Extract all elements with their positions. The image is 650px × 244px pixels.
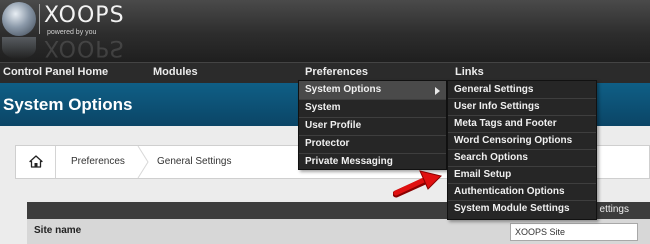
logo-reflection [2,37,36,59]
menu-item-label: Protector [305,138,350,149]
brand-name: XOOPS [44,3,125,28]
menu-item-label: System Options [305,84,382,95]
menu-control-panel-home[interactable]: Control Panel Home [3,66,108,78]
menu-item-user-profile[interactable]: User Profile [299,117,446,135]
breadcrumb-separator-icon [137,146,149,178]
submenu-item-user-info-settings[interactable]: User Info Settings [448,98,596,115]
brand-name-reflection: XOOPS [44,35,125,60]
submenu-item-search-options[interactable]: Search Options [448,149,596,166]
breadcrumb-general-settings: General Settings [157,156,232,167]
menu-item-label: System [305,102,341,113]
submenu-item-authentication-options[interactable]: Authentication Options [448,183,596,200]
menu-links[interactable]: Links [455,66,484,78]
table-header-title: ettings [599,204,629,215]
menu-item-system[interactable]: System [299,99,446,117]
breadcrumb-preferences[interactable]: Preferences [71,156,125,167]
preferences-dropdown: System Options System User Profile Prote… [298,80,447,170]
submenu-arrow-icon [435,87,440,95]
menu-item-label: Private Messaging [305,156,393,167]
site-name-label: Site name [34,225,82,236]
home-icon [29,155,43,168]
submenu-item-general-settings[interactable]: General Settings [448,81,596,98]
red-arrow-annotation-icon [393,170,442,198]
app-header: XOOPS powered by you XOOPS [0,0,650,62]
submenu-item-system-module-settings[interactable]: System Module Settings [448,200,596,217]
table-row: Site name XOOPS Site [27,219,650,244]
page-title: System Options [3,95,133,114]
logo-divider [39,4,40,34]
menu-modules[interactable]: Modules [153,66,198,78]
menu-preferences[interactable]: Preferences [305,66,368,78]
menu-item-label: User Profile [305,120,362,131]
menu-item-system-options[interactable]: System Options [299,81,446,99]
submenu-item-word-censoring[interactable]: Word Censoring Options [448,132,596,149]
xoops-logo-icon [2,2,36,36]
home-button[interactable] [16,146,56,178]
site-name-input[interactable]: XOOPS Site [510,223,638,241]
submenu-item-meta-tags-footer[interactable]: Meta Tags and Footer [448,115,596,132]
submenu-item-email-setup[interactable]: Email Setup [448,166,596,183]
menu-item-protector[interactable]: Protector [299,135,446,153]
system-options-submenu: General Settings User Info Settings Meta… [447,80,597,220]
